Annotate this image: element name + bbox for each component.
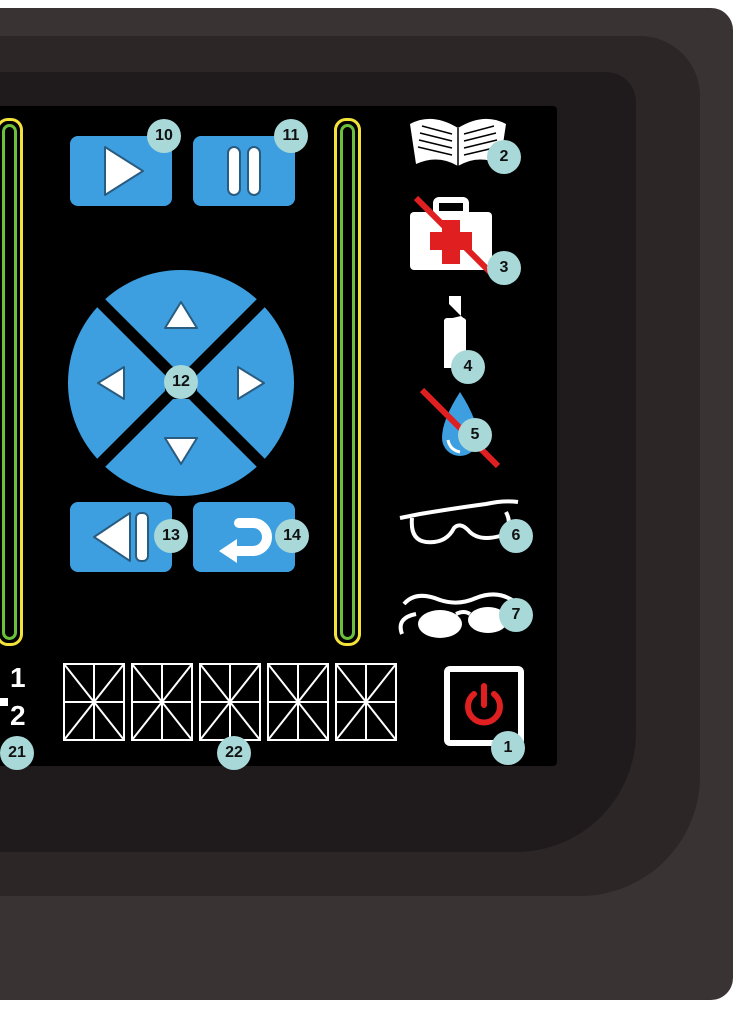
callout-3: 3 (487, 251, 521, 285)
callout-6: 6 (499, 519, 533, 553)
callout-2: 2 (487, 140, 521, 174)
power-icon (465, 683, 503, 726)
callout-12: 12 (164, 365, 198, 399)
callout-10: 10 (147, 119, 181, 153)
fraction-bottom: 2 (10, 700, 26, 731)
callout-13: 13 (154, 519, 188, 553)
return-icon (219, 518, 272, 563)
fraction-separator (0, 698, 8, 706)
right-level-bar (334, 118, 361, 646)
callout-5: 5 (458, 418, 492, 452)
pause-icon (227, 146, 261, 196)
segment-display (63, 663, 397, 741)
callout-7: 7 (499, 598, 533, 632)
fraction-top: 1 (10, 662, 26, 693)
left-level-bar (0, 118, 23, 646)
left-level-bar-fill (2, 124, 17, 640)
callout-4: 4 (451, 350, 485, 384)
callout-11: 11 (274, 119, 308, 153)
callout-14: 14 (275, 519, 309, 553)
callout-21: 21 (0, 736, 34, 770)
no-first-aid-icon[interactable] (406, 194, 496, 274)
play-icon (104, 146, 144, 196)
callout-1: 1 (491, 731, 525, 765)
callout-22: 22 (217, 736, 251, 770)
right-level-bar-fill (340, 124, 355, 640)
skip-back-icon (93, 512, 149, 562)
